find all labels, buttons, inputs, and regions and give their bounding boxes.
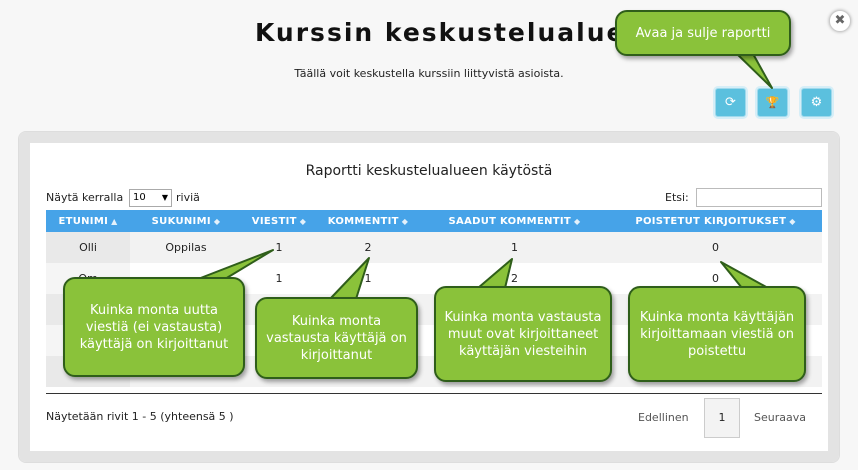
- callout-report-toggle: Avaa ja sulje raportti: [615, 10, 791, 56]
- callout-pointer-saadut: [477, 258, 513, 289]
- callout-saadut-kommentit: Kuinka monta vastausta muut ovat kirjoit…: [434, 286, 612, 382]
- forum-modal: ✖ Kurssin keskustelualue Täällä voit kes…: [0, 0, 858, 470]
- callout-viestit: Kuinka monta uutta viestiä (ei vastausta…: [63, 277, 245, 377]
- callout-pointer-kommentit: [329, 257, 370, 300]
- callout-pointers: [197, 51, 773, 300]
- callout-pointer-report: [734, 51, 773, 89]
- callout-pointer-viestit: [197, 249, 274, 280]
- callout-kommentit: Kuinka monta vastausta käyttäjä on kirjo…: [255, 297, 418, 379]
- callout-pointer-poistetut: [720, 261, 769, 289]
- callout-poistetut: Kuinka monta käyttäjän kirjoittamaan vie…: [628, 286, 806, 382]
